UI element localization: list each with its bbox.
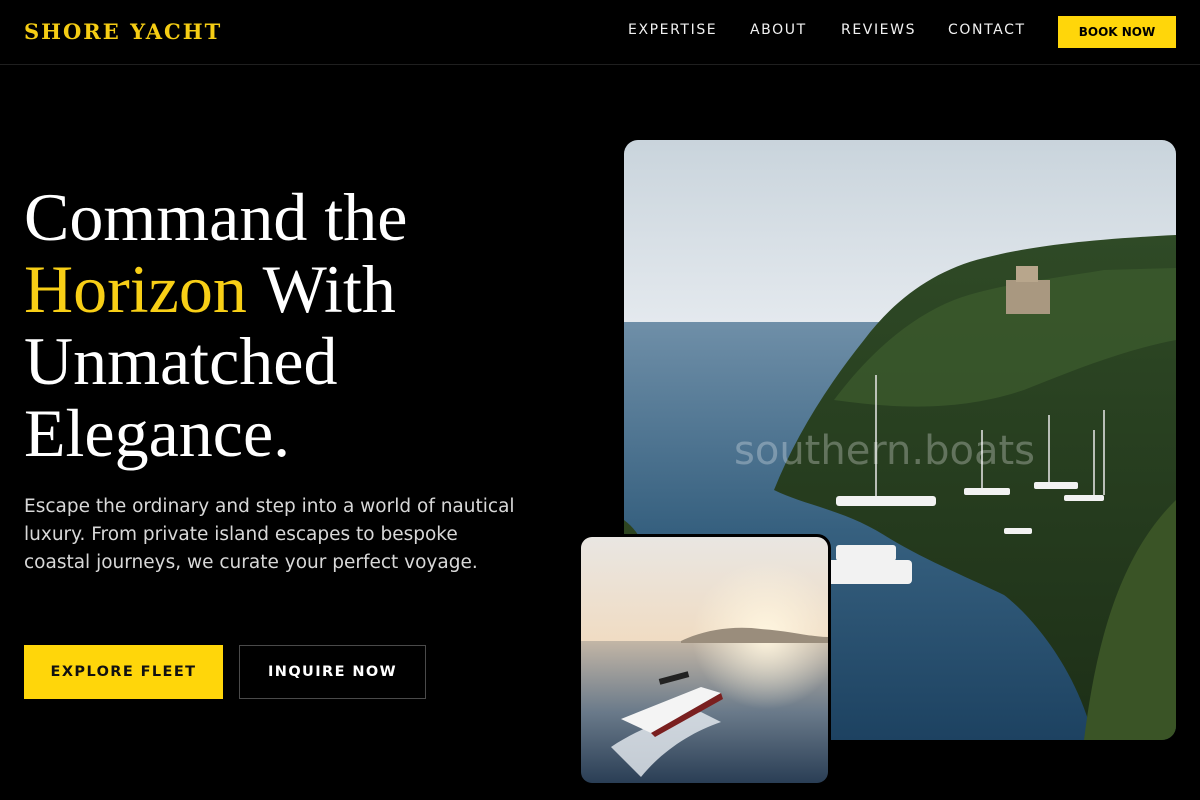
book-now-button[interactable]: BOOK NOW (1058, 16, 1176, 48)
speedboat-photo (578, 534, 831, 786)
nav-link-expertise[interactable]: EXPERTISE (628, 22, 717, 38)
nav-link-contact[interactable]: CONTACT (948, 22, 1026, 38)
hero-title-line3: Unmatched (24, 323, 338, 399)
hero-title-accent: Horizon (24, 251, 247, 327)
inquire-now-button[interactable]: INQUIRE NOW (239, 645, 426, 699)
nav-link-about[interactable]: ABOUT (750, 22, 807, 38)
nav-link-reviews[interactable]: REVIEWS (841, 22, 916, 38)
explore-fleet-button[interactable]: EXPLORE FLEET (24, 645, 223, 699)
hero-subtitle: Escape the ordinary and step into a worl… (24, 496, 515, 573)
photo-watermark: southern.boats (734, 428, 1036, 474)
hero-title: Command the Horizon With Unmatched Elega… (24, 181, 584, 469)
hero-title-line1: Command the (24, 179, 408, 255)
hero-title-line4: Elegance. (24, 395, 291, 471)
site-header: SHORE YACHT EXPERTISE ABOUT REVIEWS CONT… (0, 0, 1200, 65)
brand-logo[interactable]: SHORE YACHT (24, 19, 222, 44)
hero-title-after-accent: With (246, 251, 396, 327)
